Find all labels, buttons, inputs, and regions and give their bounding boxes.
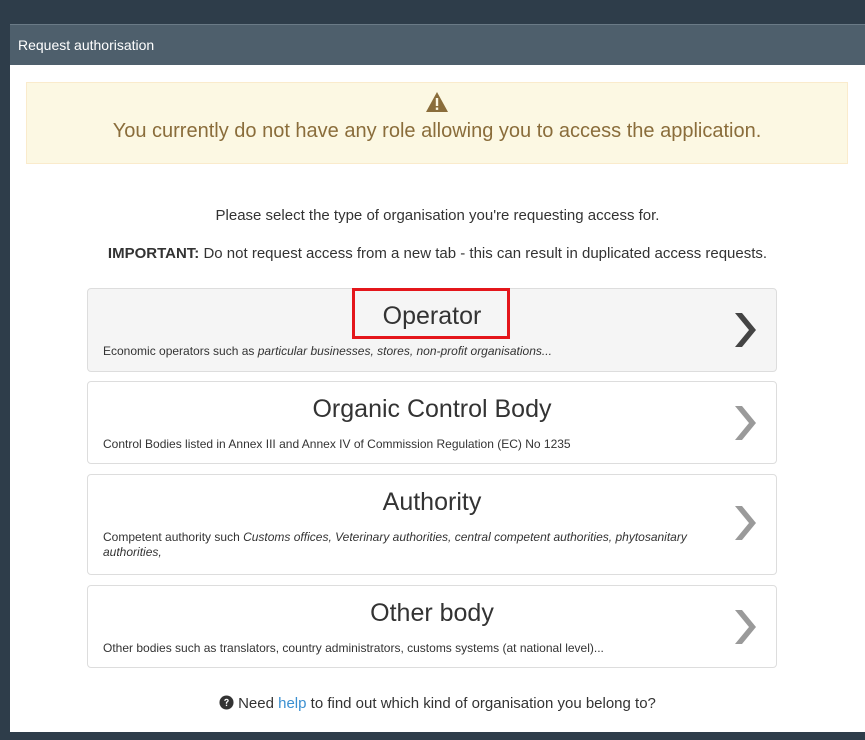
alert-message: You currently do not have any role allow… xyxy=(112,120,762,142)
help-link[interactable]: help xyxy=(278,695,306,712)
role-warning-alert: You currently do not have any role allow… xyxy=(26,82,848,164)
important-text: Do not request access from a new tab - t… xyxy=(199,245,768,262)
important-label: IMPORTANT: xyxy=(107,245,200,262)
option-organic-control-body-card[interactable]: Organic Control Body Control Bodies list… xyxy=(87,381,777,464)
chevron-right-icon[interactable] xyxy=(732,310,758,350)
option-description: Competent authority such Customs offices… xyxy=(103,530,696,560)
intro-text: Please select the type of organisation y… xyxy=(215,207,660,224)
help-line: Need help to find out which kind of orga… xyxy=(10,695,865,712)
question-circle-icon xyxy=(219,695,234,710)
option-title: Organic Control Body xyxy=(312,395,552,423)
chevron-right-icon[interactable] xyxy=(732,503,758,543)
option-title: Authority xyxy=(382,488,482,516)
chevron-right-icon[interactable] xyxy=(732,607,758,647)
description-text: Competent authority such xyxy=(103,530,244,544)
warning-icon xyxy=(426,92,448,112)
important-note: IMPORTANT: Do not request access from a … xyxy=(10,245,865,262)
page-frame: Request authorisation You currently do n… xyxy=(0,0,865,740)
option-authority-card[interactable]: Authority Competent authority such Custo… xyxy=(87,474,777,575)
description-text: Economic operators such as xyxy=(103,344,258,358)
panel-title: Request authorisation xyxy=(18,37,155,53)
request-authorisation-panel: Request authorisation You currently do n… xyxy=(10,24,865,732)
option-title: Other body xyxy=(370,599,494,627)
chevron-right-icon[interactable] xyxy=(732,403,758,443)
option-other-body-card[interactable]: Other body Other bodies such as translat… xyxy=(87,585,777,668)
option-description: Control Bodies listed in Annex III and A… xyxy=(103,437,696,452)
description-examples: particular businesses, stores, non-profi… xyxy=(257,344,552,358)
help-text-after: to find out which kind of organisation y… xyxy=(306,695,656,712)
help-text-before: Need xyxy=(238,695,279,712)
option-description: Other bodies such as translators, countr… xyxy=(103,641,696,656)
option-description: Economic operators such as particular bu… xyxy=(103,344,696,359)
selection-highlight xyxy=(352,288,510,339)
panel-header: Request authorisation xyxy=(10,24,865,65)
description-text: Control Bodies listed in Annex III and A… xyxy=(103,437,571,451)
description-text: Other bodies such as translators, countr… xyxy=(103,641,604,655)
